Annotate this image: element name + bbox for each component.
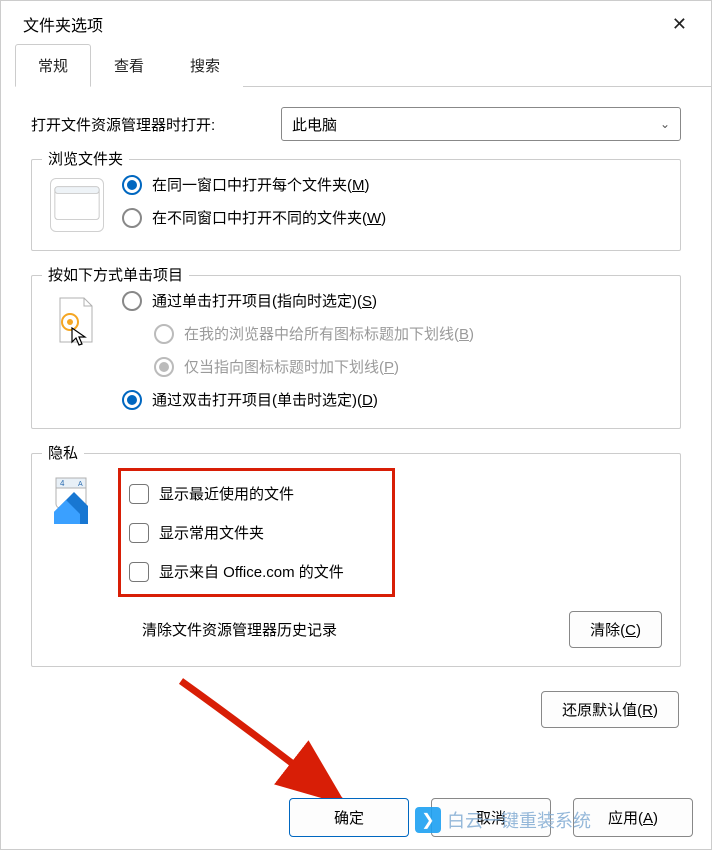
radio-icon — [122, 291, 142, 311]
privacy-highlight-box: 显示最近使用的文件 显示常用文件夹 显示来自 Office.com 的文件 — [118, 468, 395, 597]
restore-defaults-button[interactable]: 还原默认值(R) — [541, 691, 679, 728]
svg-text:4: 4 — [60, 479, 65, 488]
checkbox-icon — [129, 484, 149, 504]
radio-browser-underline-label: 在我的浏览器中给所有图标标题加下划线(B) — [184, 323, 474, 344]
radio-icon — [122, 390, 142, 410]
tab-search[interactable]: 搜索 — [167, 44, 243, 87]
group-privacy-legend: 隐私 — [42, 442, 84, 463]
group-browse-legend: 浏览文件夹 — [42, 148, 129, 169]
group-click: 按如下方式单击项目 通过单击打开项目(指向时选定)(S) — [31, 275, 681, 429]
file-cursor-icon — [50, 294, 104, 348]
radio-browser-underline: 在我的浏览器中给所有图标标题加下划线(B) — [154, 323, 662, 344]
checkbox-recent-label: 显示最近使用的文件 — [159, 483, 294, 504]
group-browse: 浏览文件夹 在同一窗口中打开每个文件夹(M) 在不同窗口中打开不同的文件夹(W) — [31, 159, 681, 251]
privacy-icon: 4 A — [50, 472, 104, 526]
titlebar: 文件夹选项 ✕ — [1, 1, 711, 43]
apply-button[interactable]: 应用(A) — [573, 798, 693, 837]
group-privacy: 隐私 4 A 显示最近使用的文件 显示 — [31, 453, 681, 667]
panel-general: 打开文件资源管理器时打开: 此电脑 ⌄ 浏览文件夹 在同一窗口中打开每个文件夹(… — [1, 87, 711, 728]
checkbox-icon — [129, 562, 149, 582]
radio-icon — [122, 208, 142, 228]
svg-text:A: A — [78, 481, 83, 488]
tab-bar: 常规 查看 搜索 — [15, 43, 711, 87]
radio-icon — [154, 357, 174, 377]
folder-options-dialog: 文件夹选项 ✕ 常规 查看 搜索 打开文件资源管理器时打开: 此电脑 ⌄ 浏览文… — [0, 0, 712, 850]
group-click-legend: 按如下方式单击项目 — [42, 264, 189, 285]
tab-general[interactable]: 常规 — [15, 44, 91, 87]
checkbox-office-files[interactable]: 显示来自 Office.com 的文件 — [129, 557, 344, 586]
radio-diff-window[interactable]: 在不同窗口中打开不同的文件夹(W) — [122, 207, 662, 228]
checkbox-frequent-folders[interactable]: 显示常用文件夹 — [129, 518, 344, 547]
radio-double-click-label: 通过双击打开项目(单击时选定)(D) — [152, 389, 378, 410]
open-with-select[interactable]: 此电脑 ⌄ — [281, 107, 681, 141]
close-icon[interactable]: ✕ — [662, 10, 697, 39]
checkbox-frequent-label: 显示常用文件夹 — [159, 522, 264, 543]
checkbox-office-label: 显示来自 Office.com 的文件 — [159, 561, 344, 582]
dialog-footer: 确定 取消 应用(A) — [289, 798, 693, 837]
cancel-button[interactable]: 取消 — [431, 798, 551, 837]
radio-point-underline-label: 仅当指向图标标题时加下划线(P) — [184, 356, 399, 377]
dialog-title: 文件夹选项 — [23, 12, 103, 36]
radio-point-underline: 仅当指向图标标题时加下划线(P) — [154, 356, 662, 377]
tab-view[interactable]: 查看 — [91, 44, 167, 87]
clear-history-label: 清除文件资源管理器历史记录 — [142, 619, 337, 640]
clear-button[interactable]: 清除(C) — [569, 611, 662, 648]
open-with-row: 打开文件资源管理器时打开: 此电脑 ⌄ — [31, 107, 681, 141]
clear-history-row: 清除文件资源管理器历史记录 清除(C) — [142, 611, 662, 648]
radio-same-window-label: 在同一窗口中打开每个文件夹(M) — [152, 174, 370, 195]
radio-icon — [122, 175, 142, 195]
checkbox-icon — [129, 523, 149, 543]
restore-row: 还原默认值(R) — [31, 691, 681, 728]
radio-icon — [154, 324, 174, 344]
radio-same-window[interactable]: 在同一窗口中打开每个文件夹(M) — [122, 174, 662, 195]
radio-diff-window-label: 在不同窗口中打开不同的文件夹(W) — [152, 207, 386, 228]
folder-window-icon — [50, 178, 104, 232]
chevron-down-icon: ⌄ — [660, 117, 670, 131]
checkbox-recent-files[interactable]: 显示最近使用的文件 — [129, 479, 344, 508]
ok-button[interactable]: 确定 — [289, 798, 409, 837]
open-with-value: 此电脑 — [292, 114, 337, 135]
radio-single-click[interactable]: 通过单击打开项目(指向时选定)(S) — [122, 290, 662, 311]
radio-double-click[interactable]: 通过双击打开项目(单击时选定)(D) — [122, 389, 662, 410]
open-with-label: 打开文件资源管理器时打开: — [31, 114, 281, 135]
radio-single-click-label: 通过单击打开项目(指向时选定)(S) — [152, 290, 377, 311]
